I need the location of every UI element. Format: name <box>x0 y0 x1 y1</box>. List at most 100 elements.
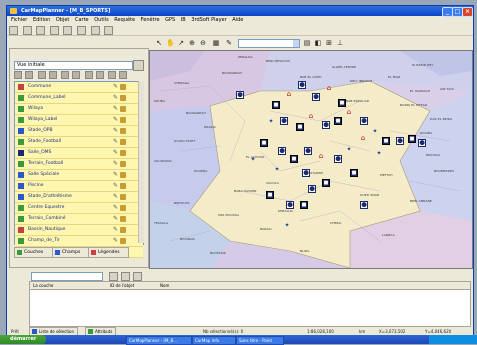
binoculars-icon[interactable] <box>63 26 73 35</box>
facility-marker-icon[interactable]: ⬤ <box>280 117 288 125</box>
layer-row[interactable]: Stade_OPB ✎ <box>15 126 143 137</box>
selection-combo[interactable] <box>31 272 103 281</box>
map-combo[interactable] <box>238 39 300 48</box>
tab-couches[interactable]: Couches <box>14 247 53 258</box>
facility-marker-icon[interactable]: ■ <box>350 169 358 177</box>
facility-marker-icon[interactable]: ■ <box>334 117 342 125</box>
layer-row[interactable]: Piscine ✎ <box>15 181 143 192</box>
menu-edition[interactable]: Edition <box>33 17 50 23</box>
facility-marker-icon[interactable]: ⬤ <box>360 117 368 125</box>
facility-marker-icon[interactable]: ⬤ <box>418 139 426 147</box>
edit-icon[interactable]: ✎ <box>113 84 118 90</box>
edit-icon[interactable]: ✎ <box>113 161 118 167</box>
edit-icon[interactable]: ✎ <box>113 106 118 112</box>
lock-icon[interactable] <box>84 71 93 79</box>
facility-marker-icon[interactable]: ⬤ <box>298 81 306 89</box>
column-header[interactable]: La couche <box>33 283 53 288</box>
facility-marker-icon[interactable]: ■ <box>408 135 416 143</box>
lock-icon[interactable] <box>120 172 126 178</box>
menu-aide[interactable]: Aide <box>232 17 243 23</box>
lock-icon[interactable] <box>120 194 126 200</box>
layer-row[interactable]: Stade_Football ✎ <box>15 137 143 148</box>
edit-icon[interactable]: ✎ <box>113 194 118 200</box>
menu-carte[interactable]: Carte <box>75 17 89 23</box>
measure-icon[interactable]: ▦ <box>212 39 220 47</box>
new-icon[interactable] <box>9 26 18 35</box>
zoom-in-icon[interactable]: ⊕ <box>188 39 196 47</box>
athlete-marker-icon[interactable]: ✦ <box>274 167 280 173</box>
layer-row[interactable]: Wilaya_Label ✎ <box>15 115 143 126</box>
facility-marker-icon[interactable]: ⬤ <box>304 147 312 155</box>
down-icon[interactable] <box>48 71 57 79</box>
facility-marker-icon[interactable]: ⬤ <box>308 185 316 193</box>
menu-objet[interactable]: Objet <box>56 17 70 23</box>
facility-marker-icon[interactable]: ⬤ <box>278 147 286 155</box>
menu-fichier[interactable]: Fichier <box>11 17 27 23</box>
lock-icon[interactable] <box>120 227 126 233</box>
facility-marker-icon[interactable]: ⬤ <box>360 201 368 209</box>
facility-marker-icon[interactable]: ■ <box>266 191 274 199</box>
ruler-icon[interactable]: ⊥ <box>336 39 344 47</box>
facility-marker-icon[interactable]: ⬤ <box>302 169 310 177</box>
find-icon[interactable] <box>76 26 86 35</box>
layer-row[interactable]: Wilaya ✎ <box>15 104 143 115</box>
facility-marker-icon[interactable]: ⬤ <box>396 137 404 145</box>
facility-marker-icon[interactable]: ⬤ <box>236 91 244 99</box>
facility-marker-icon[interactable]: ⬤ <box>322 121 330 129</box>
visible-icon[interactable] <box>72 71 81 79</box>
lock-icon[interactable] <box>120 128 126 134</box>
edit-icon[interactable]: ✎ <box>113 172 118 178</box>
edit-icon[interactable]: ✎ <box>113 150 118 156</box>
athlete-marker-icon[interactable]: ✦ <box>250 157 256 163</box>
lock-icon[interactable] <box>120 150 126 156</box>
stadium-marker-icon[interactable]: ⌂ <box>286 91 292 98</box>
layer-row[interactable]: Salle Spéciale ✎ <box>15 170 143 181</box>
edit-icon[interactable]: ✎ <box>113 128 118 134</box>
style-icon[interactable] <box>119 71 128 79</box>
filter-icon[interactable] <box>121 272 130 281</box>
stadium-marker-icon[interactable]: ⌂ <box>326 85 332 92</box>
map-view[interactable]: ZERALDA BENI MESSOUS BOUZAREAH ALGER CEN… <box>149 50 473 269</box>
athlete-marker-icon[interactable]: ✦ <box>346 147 352 153</box>
facility-marker-icon[interactable]: ■ <box>338 99 346 107</box>
stadium-marker-icon[interactable]: ⌂ <box>360 135 366 142</box>
select-arrow-icon[interactable]: ↖ <box>155 39 163 47</box>
pencil-icon[interactable]: ✎ <box>225 39 233 47</box>
lock-icon[interactable] <box>120 205 126 211</box>
layer-row[interactable]: Commune_Label ✎ <box>15 93 143 104</box>
lock-icon[interactable] <box>120 139 126 145</box>
tab-legendes[interactable]: Légendes <box>88 247 129 258</box>
scrollbar[interactable] <box>138 81 144 243</box>
column-header[interactable]: ID de l'objet <box>110 283 134 288</box>
hand-pan-icon[interactable]: ✋ <box>166 39 175 47</box>
menu-outils[interactable]: Outils <box>94 17 108 23</box>
view-select[interactable]: Vue initiale <box>14 61 133 70</box>
athlete-marker-icon[interactable]: ✦ <box>284 223 290 229</box>
facility-marker-icon[interactable]: ■ <box>272 101 280 109</box>
menu-requete[interactable]: Requête <box>114 17 135 23</box>
table-icon[interactable]: ⊞ <box>325 39 333 47</box>
remove-layer-icon[interactable] <box>25 71 33 79</box>
start-button[interactable]: démarrer <box>0 335 46 344</box>
lock-icon[interactable] <box>120 238 126 244</box>
edit-icon[interactable]: ✎ <box>113 238 118 244</box>
binoculars-button[interactable] <box>133 60 144 71</box>
facility-marker-icon[interactable]: ■ <box>382 137 390 145</box>
filter-icon[interactable] <box>95 71 104 79</box>
menu-gps[interactable]: GPS <box>165 17 175 23</box>
edit-icon[interactable]: ✎ <box>113 205 118 211</box>
menu-fenetre[interactable]: Fenêtre <box>141 17 160 23</box>
grid-icon[interactable]: ▤ <box>303 39 311 47</box>
facility-marker-icon[interactable]: ■ <box>260 139 268 147</box>
edit-icon[interactable]: ✎ <box>113 227 118 233</box>
print-icon[interactable] <box>49 26 59 35</box>
stadium-marker-icon[interactable]: ⌂ <box>318 153 324 160</box>
refresh-icon[interactable] <box>109 272 118 281</box>
edit-icon[interactable]: ✎ <box>113 139 118 145</box>
save-icon[interactable] <box>36 26 46 35</box>
edit-icon[interactable]: ✎ <box>113 95 118 101</box>
layer-row[interactable]: Commune ✎ <box>15 82 143 93</box>
open-icon[interactable] <box>22 26 32 35</box>
gps-icon[interactable] <box>90 26 100 35</box>
stadium-marker-icon[interactable]: ⌂ <box>346 109 352 116</box>
